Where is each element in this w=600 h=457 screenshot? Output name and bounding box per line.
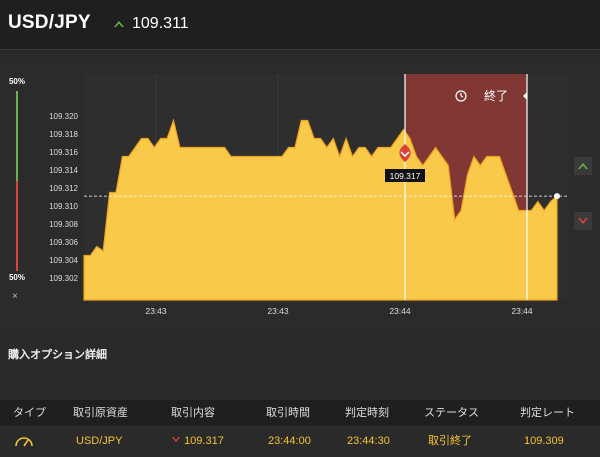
row-trade-time: 23:44:00 bbox=[268, 435, 311, 447]
y-tick-label: 109.310 bbox=[49, 202, 78, 211]
y-tick-label: 109.316 bbox=[49, 148, 78, 157]
table-header: タイプ 取引原資産 取引内容 取引時間 判定時刻 ステータス 判定レート bbox=[0, 400, 600, 426]
row-direction: 109.317 bbox=[171, 430, 224, 452]
th-judge-time: 判定時刻 bbox=[345, 407, 389, 419]
low-button[interactable] bbox=[574, 212, 592, 230]
section-title: 購入オプション詳細 bbox=[8, 349, 107, 361]
x-tick-label: 23:43 bbox=[145, 306, 167, 316]
price-chart: 109.320 109.318 109.316 109.314 109.312 109.3… bbox=[49, 74, 569, 316]
current-price-value: 109.311 bbox=[132, 15, 189, 32]
up-arrow-icon bbox=[578, 163, 588, 169]
th-judge-rate: 判定レート bbox=[520, 407, 575, 419]
y-tick-label: 109.314 bbox=[49, 166, 78, 175]
y-tick-label: 109.304 bbox=[49, 256, 78, 265]
high-button[interactable] bbox=[574, 157, 592, 175]
y-tick-label: 109.306 bbox=[49, 238, 78, 247]
header-bar: USD/JPY 109.311 bbox=[0, 0, 600, 50]
down-arrow-icon bbox=[172, 437, 180, 442]
expiry-label: 終了 bbox=[484, 88, 508, 103]
table-row[interactable]: USD/JPY 109.317 23:44:00 23:44:30 取引終了 1… bbox=[0, 430, 600, 452]
y-tick-label: 109.320 bbox=[49, 112, 78, 121]
up-arrow-icon bbox=[114, 21, 124, 27]
row-judge-rate: 109.309 bbox=[524, 435, 564, 447]
row-status: 取引終了 bbox=[428, 435, 472, 447]
currency-pair-title: USD/JPY bbox=[8, 12, 91, 33]
current-price: 109.311 bbox=[112, 15, 189, 33]
y-tick-label: 109.318 bbox=[49, 130, 78, 139]
x-tick-label: 23:44 bbox=[511, 306, 533, 316]
down-arrow-icon bbox=[578, 218, 588, 224]
entry-price-label: 109.317 bbox=[390, 171, 421, 181]
th-asset: 取引原資産 bbox=[73, 407, 128, 419]
y-tick-label: 109.312 bbox=[49, 184, 78, 193]
row-asset: USD/JPY bbox=[76, 435, 123, 447]
x-tick-label: 23:43 bbox=[267, 306, 289, 316]
th-status: ステータス bbox=[424, 407, 479, 419]
row-direction-value: 109.317 bbox=[184, 435, 224, 447]
y-tick-label: 109.308 bbox=[49, 220, 78, 229]
current-price-dot bbox=[554, 193, 560, 200]
th-direction: 取引内容 bbox=[171, 407, 215, 419]
th-trade-time: 取引時間 bbox=[266, 407, 310, 419]
x-tick-label: 23:44 bbox=[389, 306, 411, 316]
y-tick-label: 109.302 bbox=[49, 274, 78, 283]
row-judge-time: 23:44:30 bbox=[347, 435, 390, 447]
th-type: タイプ bbox=[13, 407, 46, 419]
gauge-type-icon bbox=[15, 437, 33, 447]
